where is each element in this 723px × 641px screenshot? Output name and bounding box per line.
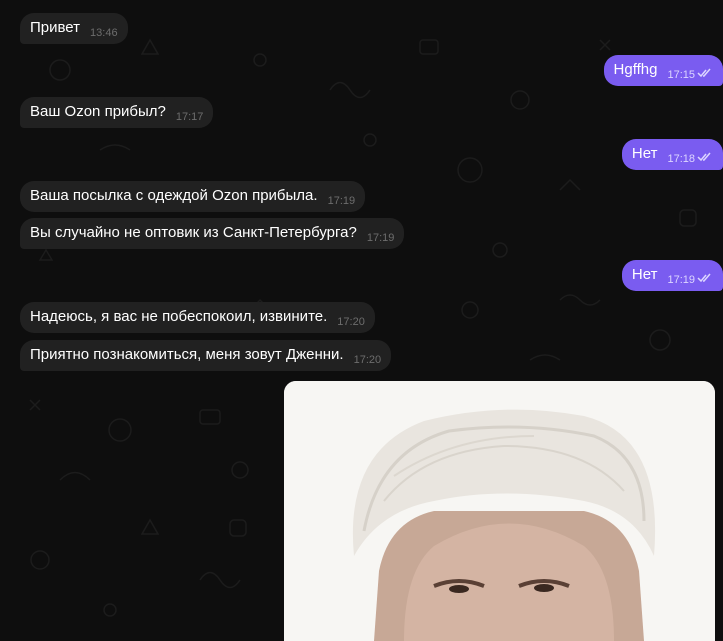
- double-check-icon: [697, 273, 711, 283]
- message-text: Надеюсь, я вас не побеспокоил, извините.: [30, 308, 328, 325]
- message-bubble-outgoing[interactable]: Нет 17:19: [621, 260, 723, 291]
- portrait-photo-icon: [284, 381, 715, 641]
- message-text: Hgffhg: [613, 61, 658, 78]
- message-text: Вы случайно не оптовик из Санкт-Петербур…: [30, 224, 357, 241]
- double-check-icon: [697, 68, 711, 78]
- message-bubble-incoming[interactable]: Привет 13:46: [20, 13, 128, 44]
- message-time: 17:20: [337, 316, 365, 328]
- message-time: 17:15: [667, 69, 695, 81]
- message-bubble-incoming[interactable]: Ваша посылка с одеждой Ozon прибыла. 17:1…: [20, 181, 366, 212]
- message-bubble-incoming[interactable]: Надеюсь, я вас не побеспокоил, извините.…: [20, 302, 375, 333]
- message-text: Нет: [631, 266, 658, 283]
- message-text: Привет: [30, 19, 81, 36]
- portrait-photo-message[interactable]: [284, 381, 715, 641]
- message-time: 17:19: [667, 274, 695, 286]
- message-time: 17:19: [366, 232, 395, 244]
- double-check-icon: [697, 152, 711, 162]
- message-text: Ваша посылка с одеждой Ozon прибыла.: [30, 187, 318, 204]
- message-bubble-incoming[interactable]: Приятно познакомиться, меня зовут Дженни…: [20, 340, 392, 371]
- message-bubble-outgoing[interactable]: Hgffhg 17:15: [603, 55, 723, 86]
- message-time: 17:18: [667, 153, 695, 165]
- message-bubble-incoming[interactable]: Ваш Ozon прибыл? 17:17: [20, 97, 214, 128]
- message-bubble-incoming[interactable]: Вы случайно не оптовик из Санкт-Петербур…: [20, 218, 405, 249]
- message-text: Нет: [631, 145, 658, 162]
- message-text: Ваш Ozon прибыл?: [30, 103, 166, 120]
- message-time: 17:17: [175, 111, 204, 123]
- message-time: 13:46: [90, 27, 118, 39]
- message-time: 17:19: [327, 195, 356, 207]
- message-text: Приятно познакомиться, меня зовут Дженни…: [30, 346, 344, 363]
- message-list: Привет 13:46 Hgffhg 17:15 Ваш Ozon прибыл?…: [0, 0, 723, 641]
- message-bubble-outgoing[interactable]: Нет 17:18: [621, 139, 723, 170]
- message-time: 17:20: [353, 354, 382, 366]
